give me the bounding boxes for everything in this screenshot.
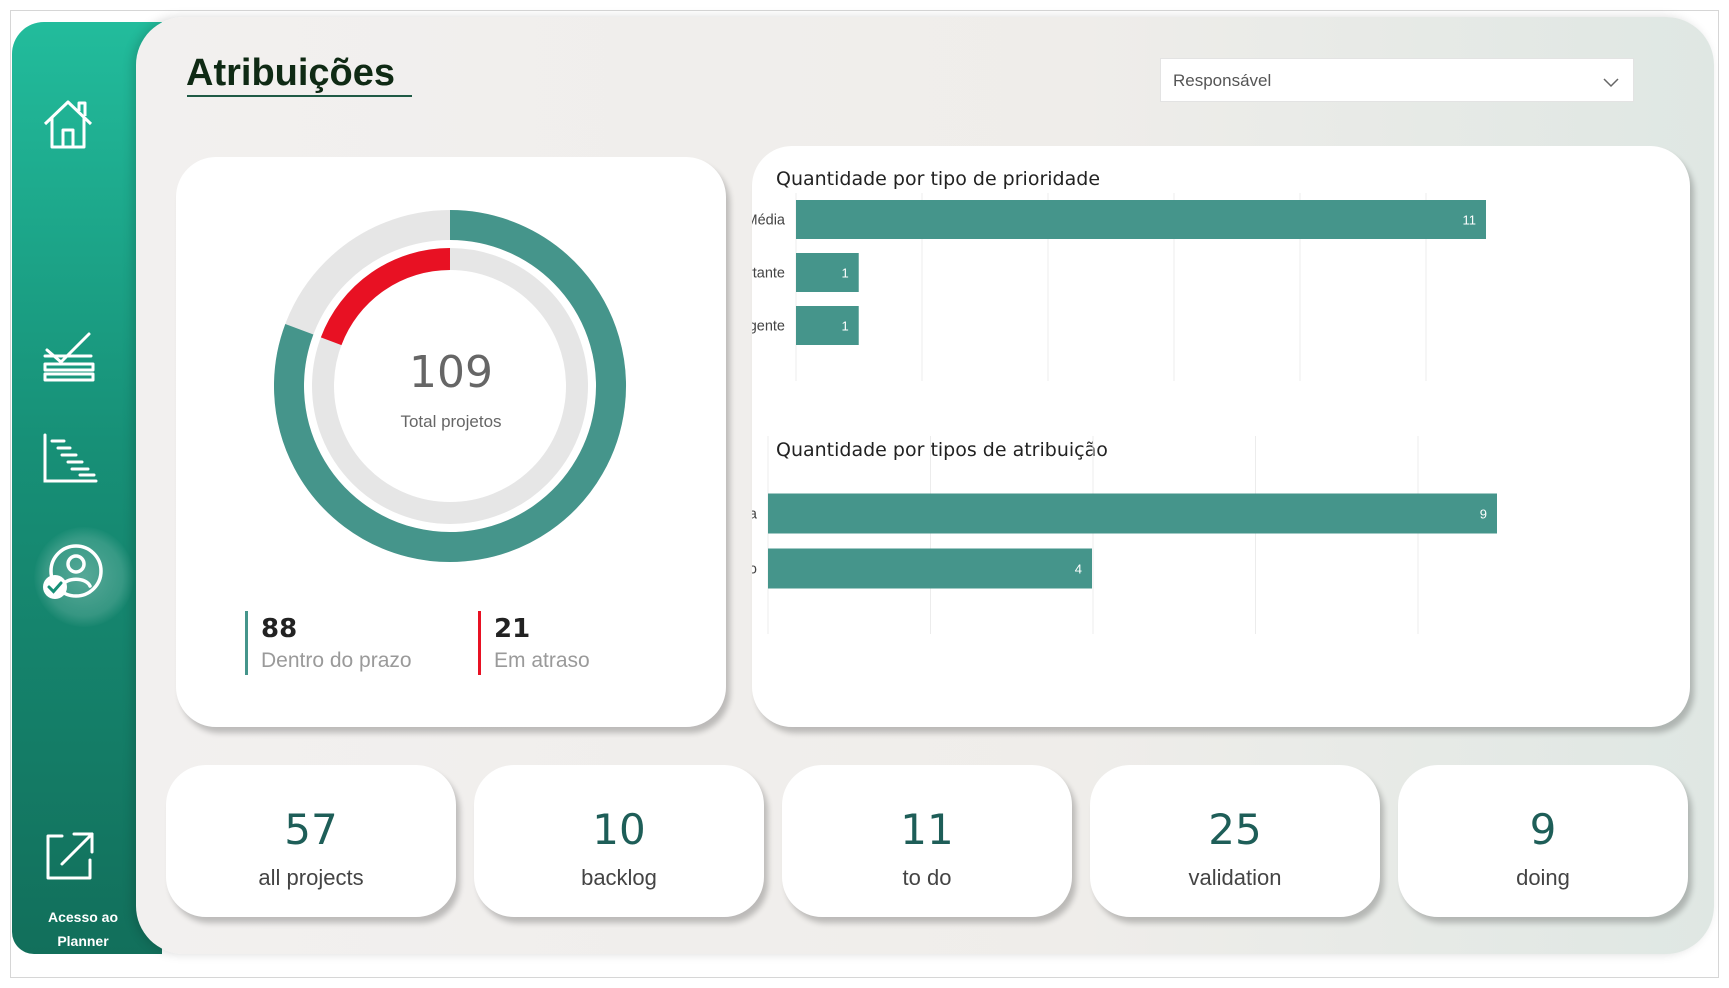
stat-late-value: 21 xyxy=(494,614,531,644)
page-title: Atribuições xyxy=(186,52,396,94)
data-label: 9 xyxy=(1480,507,1487,522)
assignment-bar-chart: Rotina 9 Projeto 4 xyxy=(752,436,1497,634)
kpi-label: doing xyxy=(1516,865,1570,890)
nav-item-home[interactable] xyxy=(41,97,95,151)
stat-on-time-value: 88 xyxy=(261,614,298,644)
kpi-label: validation xyxy=(1188,865,1282,890)
kpi-value: 25 xyxy=(1208,805,1262,854)
data-label: 4 xyxy=(1075,562,1082,577)
bar[interactable] xyxy=(768,548,1092,589)
planner-label-line1: Acesso ao xyxy=(47,909,119,925)
task-checklist-icon xyxy=(41,330,97,382)
gantt-chart-icon xyxy=(42,432,98,484)
donut-total-value: 109 xyxy=(409,347,493,398)
kpi-value: 11 xyxy=(900,805,954,854)
home-icon xyxy=(41,97,95,151)
stat-late-bar xyxy=(478,611,481,675)
external-link-icon xyxy=(42,830,96,882)
kpi-value: 57 xyxy=(284,805,338,854)
nav-item-tasks[interactable] xyxy=(41,330,97,382)
chevron-down-icon xyxy=(1603,73,1619,92)
donut-total-label: Total projetos xyxy=(400,412,502,431)
stat-late-label: Em atraso xyxy=(494,649,590,672)
kpi-value: 10 xyxy=(592,805,646,854)
kpi-card-all-projects: 57 all projects xyxy=(166,765,456,917)
planner-link-label[interactable]: Acesso ao Planner xyxy=(26,905,140,953)
category-label: Rotina xyxy=(752,507,758,523)
planner-link[interactable] xyxy=(42,830,96,882)
charts-card: Quantidade por tipo de prioridade Média1… xyxy=(752,146,1690,727)
kpi-value: 9 xyxy=(1529,805,1557,854)
stat-late: 21 Em atraso xyxy=(478,611,590,676)
responsavel-dropdown[interactable]: Responsável xyxy=(1160,58,1634,102)
kpi-card-validation: 25 validation xyxy=(1090,765,1380,917)
category-label: Projeto xyxy=(752,562,757,578)
kpi-label: to do xyxy=(902,865,952,890)
bar[interactable] xyxy=(768,493,1497,534)
nav-item-gantt[interactable] xyxy=(42,432,98,484)
planner-label-line2: Planner xyxy=(57,933,109,949)
user-check-icon xyxy=(38,542,106,604)
kpi-label: backlog xyxy=(581,865,657,890)
kpi-label: all projects xyxy=(258,865,364,890)
title-underline xyxy=(187,95,412,97)
stat-on-time-bar xyxy=(245,611,248,675)
stat-on-time: 88 Dentro do prazo xyxy=(245,611,412,676)
kpi-card-to-do: 11 to do xyxy=(782,765,1072,917)
donut-card: 109 Total projetos 88 Dentro do prazo 21… xyxy=(176,157,726,727)
nav-item-assignments[interactable] xyxy=(38,542,106,604)
dropdown-value: Responsável xyxy=(1173,71,1272,90)
kpi-card-backlog: 10 backlog xyxy=(474,765,764,917)
kpi-card-doing: 9 doing xyxy=(1398,765,1688,917)
stat-on-time-label: Dentro do prazo xyxy=(261,649,412,672)
